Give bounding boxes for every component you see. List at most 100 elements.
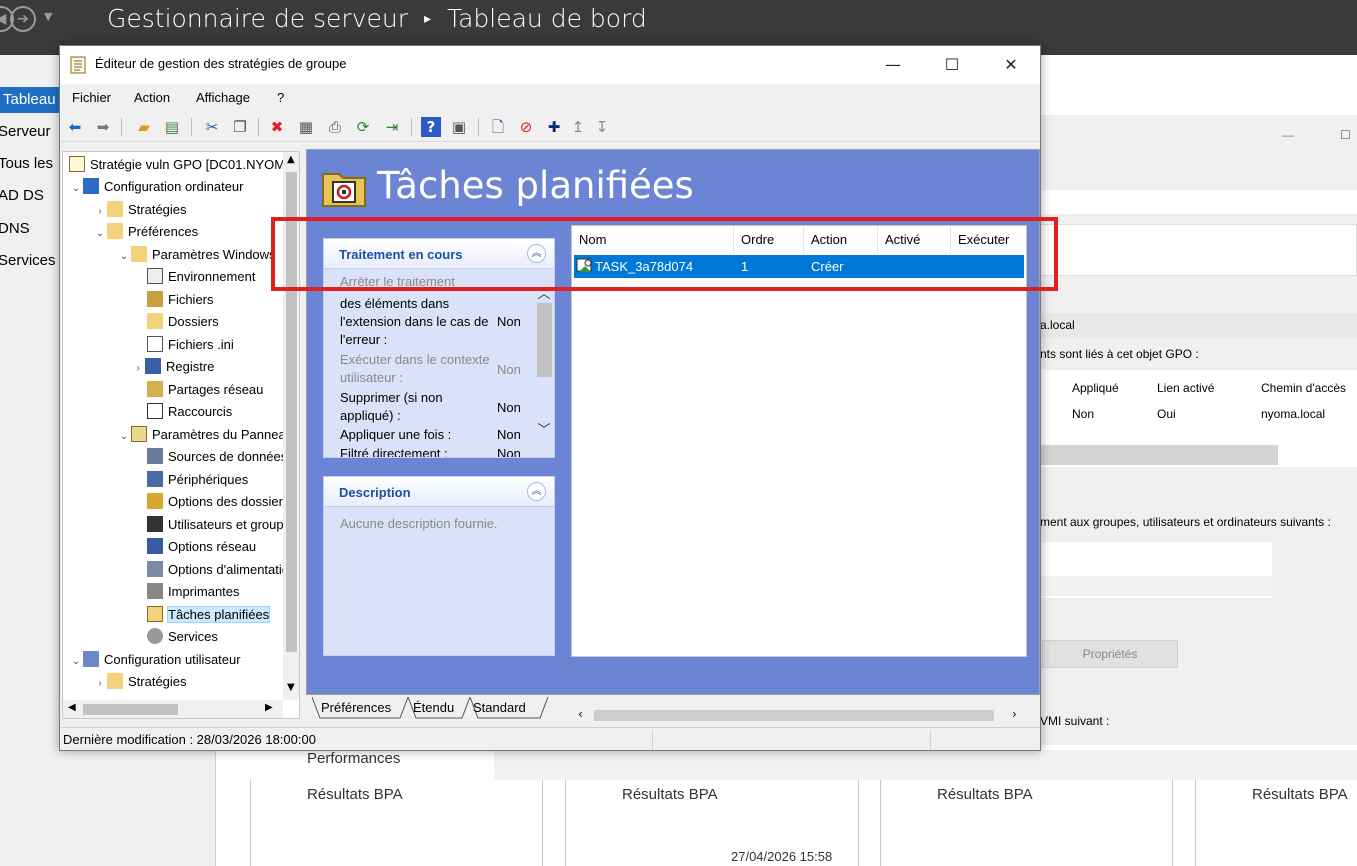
maximize-button[interactable]: ☐ [932,52,972,78]
sidebar-item-all-servers[interactable]: Tous les [0,151,53,177]
tree-local-users-groups[interactable]: Utilisateurs et groupes locaux [147,514,299,536]
breadcrumb-separator-icon: ▸ [423,11,431,27]
scroll-up-icon[interactable]: ▲ [287,154,295,165]
show-tree-icon[interactable]: ▤ [162,117,182,137]
sidebar-item-local-server[interactable]: Serveur [0,119,51,145]
tab-standard[interactable]: Standard [473,697,526,719]
chevron-right-icon[interactable]: › [93,673,107,695]
performances-label[interactable]: Performances [307,750,400,767]
sidebar-item-dashboard[interactable]: Tableau [0,87,60,113]
forward-arrow-icon[interactable]: ➡ [93,117,113,137]
console-tree[interactable]: Stratégie vuln GPO [DC01.NYOMA.LOCAL] ⌄C… [62,151,300,719]
sidebar-item-services[interactable]: Services [0,248,56,274]
tree-horizontal-scrollbar[interactable]: ◀ ▶ [63,700,283,718]
chevron-right-icon[interactable]: › [131,358,145,380]
breadcrumb-app[interactable]: Gestionnaire de serveur [107,4,408,33]
menu-file[interactable]: Fichier [72,90,111,105]
close-button[interactable]: ✕ [991,52,1031,78]
tree-computer-config[interactable]: ⌄ Configuration ordinateur [69,176,243,198]
nav-arrows[interactable]: ◀ ➔ ▼ [0,4,62,34]
refresh-icon[interactable]: ⟳ [353,117,373,137]
delete-icon[interactable]: ✖ [267,117,287,137]
forward-icon[interactable]: ➔ [10,6,36,32]
bg-minimize-icon[interactable]: — [1282,128,1294,142]
list-horizontal-scrollbar[interactable]: ‹ › [572,706,1026,725]
bg-hscroll[interactable] [1040,445,1278,465]
tree-ini-files[interactable]: Fichiers .ini [147,334,234,356]
tree-scheduled-tasks[interactable]: Tâches planifiées [147,604,271,626]
tree-windows-settings[interactable]: ⌄ Paramètres Windows [117,244,276,266]
bg-col-link-enabled[interactable]: Lien activé [1157,381,1214,395]
chevron-down-icon[interactable]: ⌄ [117,426,131,448]
menu-help[interactable]: ? [277,90,284,105]
scroll-right-icon[interactable]: ▶ [265,702,273,713]
folder-options-icon [147,493,163,509]
sidebar-item-dns[interactable]: DNS [0,216,30,242]
cut-icon[interactable]: ✂ [202,117,222,137]
chevron-down-icon[interactable]: ⌄ [117,246,131,268]
tree-power-options[interactable]: Options d'alimentation [147,559,296,581]
tree-registry[interactable]: › Registre [131,356,214,378]
tree-devices[interactable]: Périphériques [147,469,248,491]
back-arrow-icon[interactable]: ⬅ [65,117,85,137]
tree-user-config[interactable]: ⌄ Configuration utilisateur [69,649,241,671]
tab-preferences[interactable]: Préférences [321,697,391,719]
collapse-icon[interactable]: ︽ [527,482,546,501]
tree-network-shares[interactable]: Partages réseau [147,379,263,401]
bg-maximize-icon[interactable]: ☐ [1340,128,1351,142]
show-hide-icon[interactable]: ▣ [449,117,469,137]
new-item-icon[interactable]: 🗋 [488,117,508,137]
move-up-icon[interactable]: ↥ [568,117,588,137]
print-icon[interactable]: ⎙ [325,117,345,137]
tab-extended[interactable]: Étendu [413,697,454,719]
tree-root[interactable]: Stratégie vuln GPO [DC01.NYOMA.LOCAL] [69,154,299,176]
tree-printers[interactable]: Imprimantes [147,581,240,603]
move-down-icon[interactable]: ↧ [592,117,612,137]
tree-panel-settings[interactable]: ⌄Paramètres du Panneau de configuration [117,424,299,448]
up-folder-icon[interactable]: ▰ [134,117,154,137]
scroll-down-icon[interactable]: ▼ [287,682,295,693]
bg-properties-button[interactable]: Propriétés [1042,640,1178,668]
bg-col-applied[interactable]: Appliqué [1072,381,1119,395]
breadcrumb-page[interactable]: Tableau de bord [447,4,647,33]
tree-strategies[interactable]: › Stratégies [93,199,187,221]
tree-network-options[interactable]: Options réseau [147,536,256,558]
tree-preferences[interactable]: ⌄ Préférences [93,221,198,243]
scroll-right-icon[interactable]: › [1012,707,1017,721]
sidebar-item-adds[interactable]: AD DS [0,183,44,209]
chevron-right-icon[interactable]: › [93,201,107,223]
tree-folders[interactable]: Dossiers [147,311,219,333]
disable-icon[interactable]: ⊘ [516,117,536,137]
tree-services[interactable]: Services [147,626,218,648]
bpa-results-link[interactable]: Résultats BPA [622,786,718,803]
description-panel-header[interactable]: Description ︽ [324,477,554,507]
files-icon [147,291,163,307]
properties-icon[interactable]: ▦ [296,117,316,137]
add-icon[interactable]: ✚ [544,117,564,137]
chevron-down-icon[interactable]: ▼ [44,10,52,23]
copy-icon[interactable]: ❐ [230,117,250,137]
bpa-results-link[interactable]: Résultats BPA [1252,786,1348,803]
bpa-results-link[interactable]: Résultats BPA [937,786,1033,803]
tree-files[interactable]: Fichiers [147,289,214,311]
tree-data-sources[interactable]: Sources de données [147,446,287,468]
minimize-button[interactable]: — [873,52,913,78]
tree-shortcuts[interactable]: Raccourcis [147,401,232,423]
bg-col-path[interactable]: Chemin d'accès [1261,381,1346,395]
scheduled-task-icon [147,606,163,622]
menu-view[interactable]: Affichage [196,90,250,105]
tree-folder-options[interactable]: Options des dossiers [147,491,289,513]
scroll-down-icon[interactable]: ﹀ [536,419,552,438]
chevron-down-icon[interactable]: ⌄ [93,223,107,245]
help-icon[interactable]: ? [421,117,441,137]
bpa-results-link[interactable]: Résultats BPA [307,786,403,803]
tree-user-strategies[interactable]: › Stratégies [93,671,187,693]
export-icon[interactable]: ⇥ [382,117,402,137]
window-titlebar[interactable]: Éditeur de gestion des stratégies de gro… [60,46,1040,84]
tree-environment[interactable]: Environnement [147,266,255,288]
panel-vertical-scrollbar[interactable]: ︿ ﹀ [534,283,554,443]
chevron-down-icon[interactable]: ⌄ [69,651,83,673]
chevron-down-icon[interactable]: ⌄ [69,178,83,200]
scroll-left-icon[interactable]: ◀ [68,702,76,713]
menu-action[interactable]: Action [134,90,170,105]
